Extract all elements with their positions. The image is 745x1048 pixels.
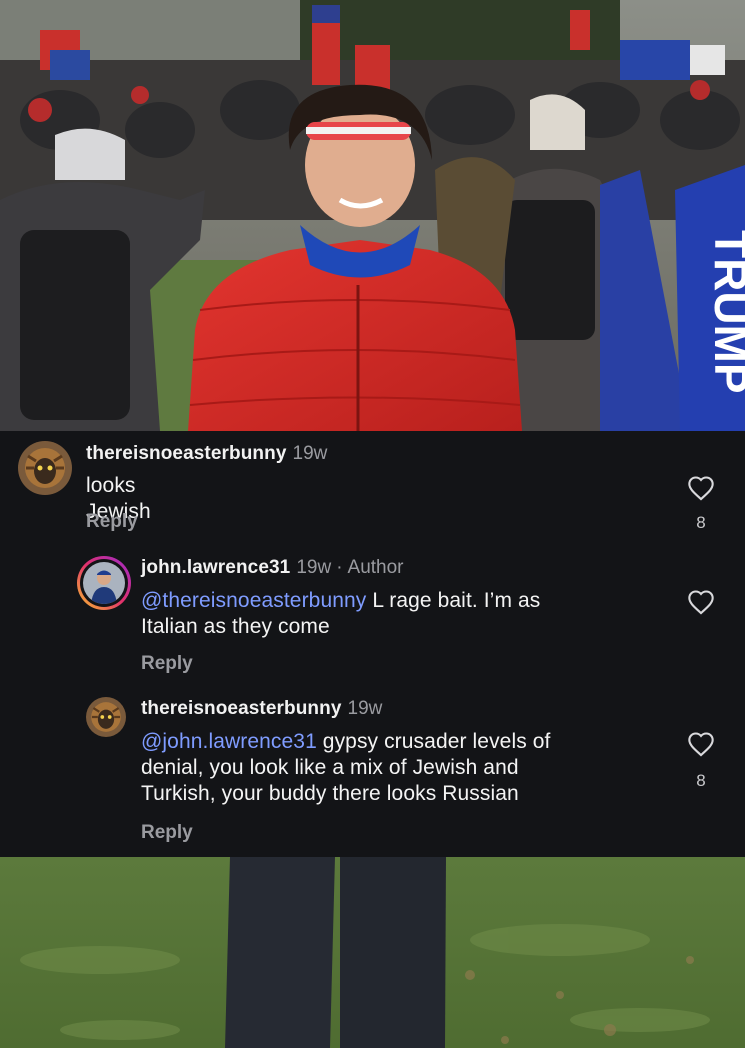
heart-outline-icon (688, 476, 714, 501)
comment-text: @john.lawrence31 gypsy crusader levels o… (141, 729, 671, 807)
mention-link[interactable]: @thereisnoeasterbunny (141, 589, 366, 612)
mention-link[interactable]: @john.lawrence31 (141, 730, 317, 753)
separator-dot: · (336, 557, 343, 578)
avatar[interactable] (86, 697, 126, 737)
comment-text-line: Italian as they come (141, 615, 330, 638)
avatar[interactable] (18, 441, 72, 495)
comment-timestamp: 19w (296, 557, 332, 578)
reply-button[interactable]: Reply (141, 822, 193, 844)
lion-avatar-icon (86, 697, 126, 737)
author-badge: Author (347, 557, 404, 578)
comment-username[interactable]: john.lawrence31 (141, 557, 290, 578)
like-button[interactable] (686, 731, 716, 757)
avatar-story-ring[interactable] (77, 556, 131, 610)
comment-text-line: gypsy crusader levels of (316, 730, 551, 753)
reply-button[interactable]: Reply (141, 653, 193, 675)
comment-timestamp: 19w (292, 443, 328, 464)
comments-panel: thereisnoeasterbunny 19w looks Jewish Rep… (0, 431, 745, 857)
like-button[interactable] (686, 589, 716, 615)
comment-timestamp: 19w (347, 698, 383, 719)
like-button[interactable] (686, 475, 716, 501)
like-count: 8 (696, 513, 706, 532)
heart-outline-icon (688, 732, 714, 757)
like-count: 8 (696, 771, 706, 790)
comment-text-line: Turkish, your buddy there looks Russian (141, 782, 519, 805)
svg-text:TRUMP: TRUMP (705, 230, 745, 394)
lion-avatar-icon (18, 441, 72, 495)
avatar-photo (83, 562, 125, 604)
reply-button[interactable]: Reply (86, 511, 138, 533)
comment-username[interactable]: thereisnoeasterbunny (141, 698, 342, 719)
comment-text-line: L rage bait. I’m as (366, 589, 541, 612)
comment-text: @thereisnoeasterbunny L rage bait. I’m a… (141, 588, 661, 640)
heart-outline-icon (688, 590, 714, 615)
comment-text-line: denial, you look like a mix of Jewish an… (141, 756, 519, 779)
comment-username[interactable]: thereisnoeasterbunny (86, 443, 287, 464)
